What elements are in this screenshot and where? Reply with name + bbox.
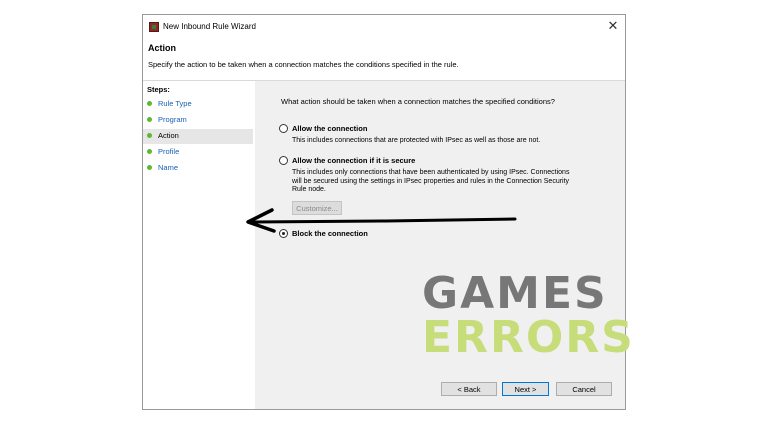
wizard-header: Action Specify the action to be taken wh… <box>143 39 625 81</box>
step-label: Action <box>158 131 179 140</box>
step-label: Profile <box>158 147 180 156</box>
firewall-icon <box>149 22 159 32</box>
allow-connection-label[interactable]: Allow the connection <box>292 124 367 133</box>
next-button[interactable]: Next > <box>502 382 549 396</box>
close-icon[interactable]: ✕ <box>605 18 621 34</box>
step-label: Rule Type <box>158 99 192 108</box>
step-status-icon <box>147 117 152 122</box>
title-bar: New Inbound Rule Wizard ✕ <box>143 15 625 39</box>
page-title: Action <box>148 43 176 53</box>
watermark-errors: ERRORS <box>422 312 635 363</box>
window-title: New Inbound Rule Wizard <box>163 22 256 31</box>
back-button[interactable]: < Back <box>441 382 497 396</box>
allow-connection-description: This includes connections that are prote… <box>292 137 541 144</box>
step-label: Name <box>158 163 179 172</box>
allow-if-secure-description-line: This includes only connections that have… <box>292 169 570 176</box>
step-status-icon <box>147 101 152 106</box>
step-status-icon <box>147 133 152 138</box>
step-rule-type[interactable]: Rule Type <box>143 97 253 112</box>
allow-if-secure-label[interactable]: Allow the connection if it is secure <box>292 156 415 165</box>
steps-panel: Steps: Rule Type Program Action Profile … <box>143 81 255 409</box>
action-question: What action should be taken when a conne… <box>281 97 555 106</box>
pointer-arrow-icon <box>246 208 517 233</box>
cancel-button[interactable]: Cancel <box>556 382 612 396</box>
step-status-icon <box>147 149 152 154</box>
page-description: Specify the action to be taken when a co… <box>148 60 459 69</box>
allow-connection-radio[interactable] <box>279 124 288 133</box>
step-status-icon <box>147 165 152 170</box>
allow-if-secure-description-line: Rule node. <box>292 186 326 193</box>
steps-title: Steps: <box>147 85 170 94</box>
step-label: Program <box>158 115 187 124</box>
watermark-games: GAMES <box>422 268 608 319</box>
step-profile[interactable]: Profile <box>143 145 253 160</box>
step-action[interactable]: Action <box>143 129 253 144</box>
step-name[interactable]: Name <box>143 161 253 176</box>
allow-if-secure-radio[interactable] <box>279 156 288 165</box>
step-program[interactable]: Program <box>143 113 253 128</box>
allow-if-secure-description-line: will be secured using the settings in IP… <box>292 177 570 185</box>
